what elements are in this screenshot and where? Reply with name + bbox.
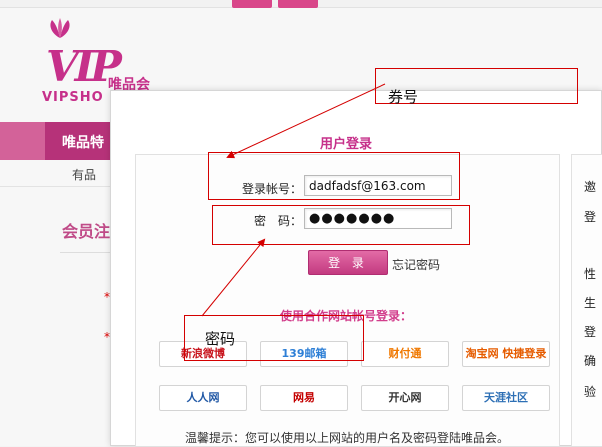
- annotation-arrows: [201, 83, 386, 317]
- password-arrow: [201, 238, 266, 317]
- voucher-arrow: [226, 83, 386, 159]
